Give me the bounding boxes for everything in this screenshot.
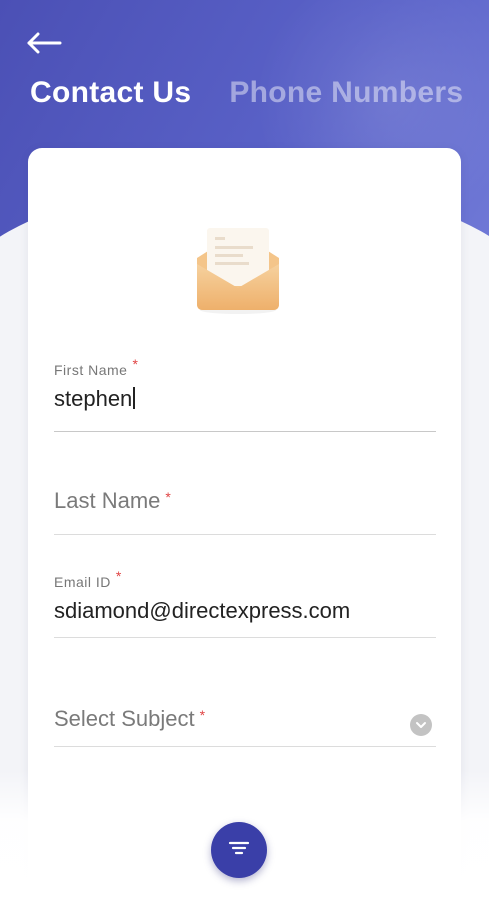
arrow-left-icon	[26, 32, 62, 59]
envelope-open-icon	[193, 224, 283, 316]
tab-phone-numbers[interactable]: Phone Numbers	[229, 76, 463, 110]
first-name-value: stephen	[54, 386, 133, 411]
email-label: Email ID	[54, 574, 111, 590]
subject-label: Select Subject	[54, 706, 195, 731]
email-underline	[54, 637, 436, 638]
tab-contact-us[interactable]: Contact Us	[30, 76, 191, 110]
email-field[interactable]: Email ID * sdiamond@directexpress.com	[54, 568, 436, 638]
last-name-label: Last Name	[54, 488, 161, 513]
required-mark: *	[165, 489, 171, 505]
subject-underline	[54, 746, 436, 747]
menu-button[interactable]	[211, 822, 267, 878]
text-cursor	[133, 387, 136, 409]
last-name-field[interactable]: Last Name *	[54, 488, 436, 536]
required-mark: *	[115, 568, 122, 584]
required-mark: *	[199, 707, 206, 723]
tab-bar: Contact Us Phone Numbers	[30, 76, 463, 110]
first-name-underline	[54, 431, 436, 432]
back-button[interactable]	[24, 28, 64, 62]
required-mark: *	[132, 356, 138, 372]
subject-select[interactable]: Select Subject *	[54, 706, 436, 748]
email-value: sdiamond@directexpress.com	[54, 598, 351, 623]
first-name-field[interactable]: First Name * stephen	[54, 356, 436, 434]
first-name-input[interactable]: stephen	[54, 386, 436, 412]
first-name-label: First Name	[54, 362, 128, 378]
last-name-underline	[54, 534, 436, 535]
chevron-down-icon[interactable]	[410, 714, 432, 736]
menu-lines-icon	[228, 840, 250, 861]
